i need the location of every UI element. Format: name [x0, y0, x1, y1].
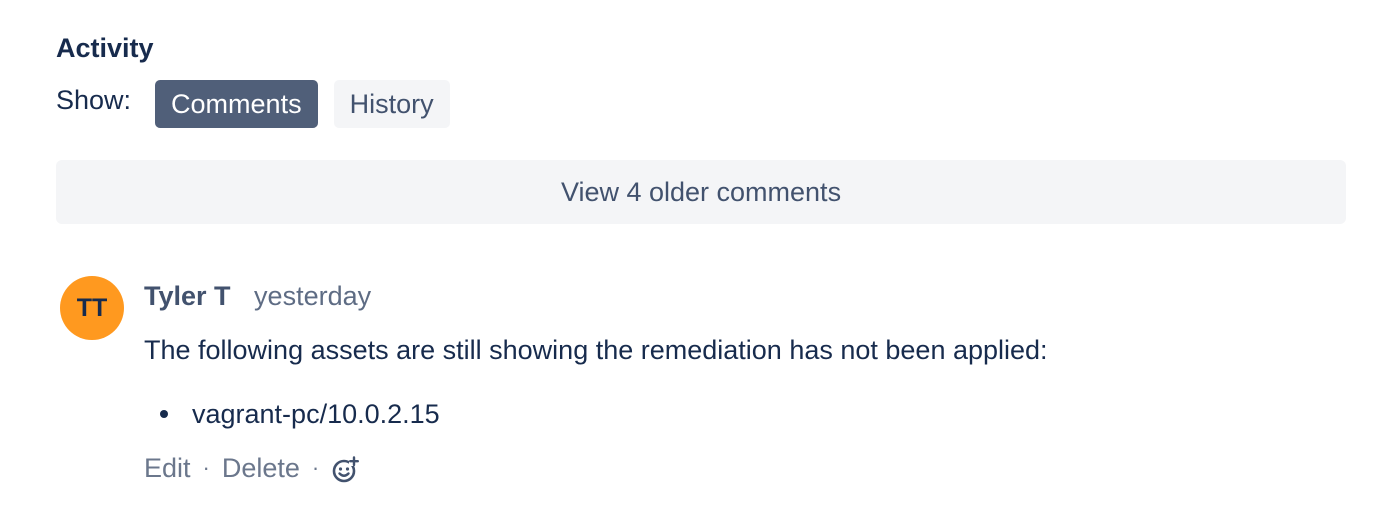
show-filter: Show: Comments History: [56, 80, 466, 128]
asset-name: vagrant-pc/10.0.2.15: [192, 399, 440, 429]
avatar[interactable]: TT: [60, 276, 124, 340]
bullet-icon: [160, 410, 168, 418]
add-reaction-icon[interactable]: [331, 456, 360, 484]
comment-text: The following assets are still showing t…: [144, 335, 1048, 365]
activity-section: Activity Show: Comments History View 4 o…: [0, 0, 1376, 516]
list-item: vagrant-pc/10.0.2.15: [144, 394, 1334, 434]
activity-heading: Activity: [56, 33, 154, 63]
comment-body: Tyler T yesterday The following assets a…: [144, 276, 1334, 434]
separator: ·: [311, 455, 320, 480]
edit-button[interactable]: Edit: [144, 453, 191, 484]
asset-list: vagrant-pc/10.0.2.15: [144, 394, 1334, 434]
view-older-comments-button[interactable]: View 4 older comments: [56, 160, 1346, 224]
comment-actions: Edit · Delete ·: [144, 448, 360, 488]
tab-comments[interactable]: Comments: [155, 80, 318, 128]
delete-button[interactable]: Delete: [222, 453, 300, 484]
comment-header: Tyler T yesterday: [144, 276, 1334, 316]
tab-history[interactable]: History: [333, 80, 450, 128]
show-label: Show:: [56, 85, 132, 115]
comment-author[interactable]: Tyler T: [144, 281, 231, 311]
comment-timestamp: yesterday: [254, 281, 372, 311]
separator: ·: [202, 455, 210, 480]
